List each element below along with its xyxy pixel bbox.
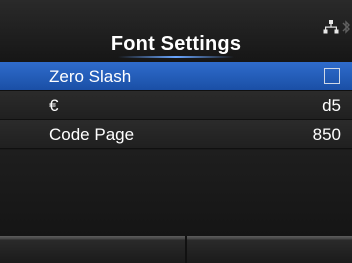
footer-right-button[interactable] [187, 236, 352, 263]
printer-screen: Font Settings Zero Slash € d5 Code Page … [0, 0, 352, 263]
settings-list: Zero Slash € d5 Code Page 850 [0, 62, 352, 149]
setting-label: € [49, 96, 59, 115]
network-icon [323, 20, 339, 34]
setting-row-code-page[interactable]: Code Page 850 [0, 120, 352, 149]
setting-row-euro[interactable]: € d5 [0, 91, 352, 120]
footer-left-button[interactable] [0, 236, 185, 263]
setting-value: 850 [312, 125, 341, 144]
setting-value: d5 [322, 96, 341, 115]
page-title: Font Settings [110, 33, 242, 55]
setting-label: Zero Slash [49, 67, 132, 86]
setting-label: Code Page [49, 125, 135, 144]
bluetooth-icon [342, 20, 350, 34]
list-empty-area [0, 150, 352, 236]
zero-slash-checkbox[interactable] [324, 68, 340, 84]
header: Font Settings [0, 0, 352, 62]
setting-row-zero-slash[interactable]: Zero Slash [0, 62, 352, 91]
title-underline [118, 56, 234, 58]
